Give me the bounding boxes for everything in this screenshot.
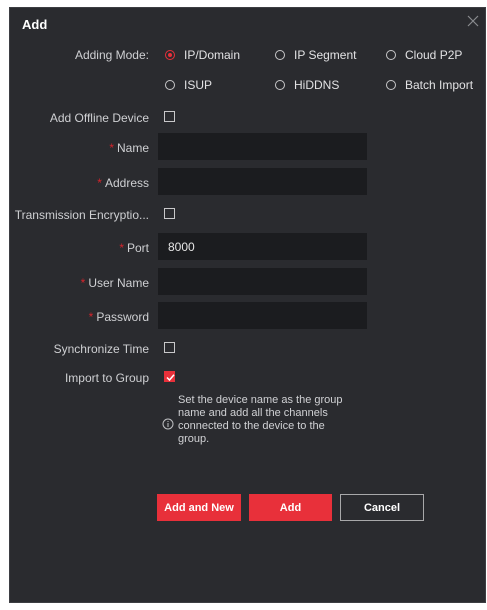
radio-label: Batch Import xyxy=(405,78,474,92)
dialog-title: Add xyxy=(22,17,48,32)
adding-mode-label: Adding Mode: xyxy=(74,48,149,62)
close-icon[interactable] xyxy=(465,13,481,29)
port-label-text: Port xyxy=(126,241,149,255)
name-label-text: Name xyxy=(116,141,149,155)
radio-unselected-icon xyxy=(386,50,396,60)
radio-ip-domain[interactable]: IP/Domain xyxy=(165,48,240,62)
radio-label: ISUP xyxy=(184,78,213,92)
radio-isup[interactable]: ISUP xyxy=(165,78,212,92)
radio-label: IP/Domain xyxy=(184,48,241,62)
checkmark-icon xyxy=(166,374,175,382)
radio-unselected-icon xyxy=(386,80,396,90)
import-to-group-label: Import to Group xyxy=(64,371,149,385)
address-label: * Address xyxy=(97,176,149,190)
radio-unselected-icon xyxy=(275,50,285,60)
port-input[interactable] xyxy=(158,233,367,260)
port-label: * Port xyxy=(119,241,149,255)
radio-label: IP Segment xyxy=(294,48,357,62)
radio-unselected-icon xyxy=(165,80,175,90)
cancel-button[interactable]: Cancel xyxy=(340,494,424,521)
radio-unselected-icon xyxy=(275,80,285,90)
radio-label: HiDDNS xyxy=(294,78,340,92)
required-asterisk: * xyxy=(80,276,86,290)
required-asterisk: * xyxy=(97,176,102,190)
info-icon xyxy=(162,418,174,430)
radio-label: Cloud P2P xyxy=(405,48,463,62)
user-name-input[interactable] xyxy=(158,268,367,295)
synchronize-time-label: Synchronize Time xyxy=(53,342,149,356)
user-name-label-text: User Name xyxy=(88,276,149,290)
radio-batch-import[interactable]: Batch Import xyxy=(386,78,473,92)
name-label: * Name xyxy=(109,141,149,155)
password-input[interactable] xyxy=(158,302,367,329)
add-device-dialog: Add Adding Mode: IP/Domain IP Segment Cl… xyxy=(9,7,486,603)
radio-hiddns[interactable]: HiDDNS xyxy=(275,78,339,92)
add-button[interactable]: Add xyxy=(249,494,332,521)
transmission-encryption-label: Transmission Encryptio... xyxy=(14,208,149,222)
group-import-tip: Set the device name as the group name an… xyxy=(178,394,343,445)
synchronize-time-checkbox[interactable] xyxy=(164,342,175,353)
required-asterisk: * xyxy=(88,310,94,324)
import-to-group-checkbox[interactable] xyxy=(164,371,175,382)
add-offline-device-checkbox[interactable] xyxy=(164,111,175,122)
address-input[interactable] xyxy=(158,168,367,195)
radio-ip-segment[interactable]: IP Segment xyxy=(275,48,356,62)
add-and-new-button[interactable]: Add and New xyxy=(157,494,241,521)
required-asterisk: * xyxy=(109,141,114,155)
transmission-encryption-checkbox[interactable] xyxy=(164,208,175,219)
name-input[interactable] xyxy=(158,133,367,160)
address-label-text: Address xyxy=(104,176,149,190)
required-asterisk: * xyxy=(119,241,124,255)
user-name-label: * User Name xyxy=(81,276,149,290)
radio-cloud-p2p[interactable]: Cloud P2P xyxy=(386,48,462,62)
password-label-text: Password xyxy=(96,310,149,324)
radio-selected-icon xyxy=(165,50,175,60)
password-label: * Password xyxy=(89,310,149,324)
add-offline-device-label: Add Offline Device xyxy=(49,111,149,125)
